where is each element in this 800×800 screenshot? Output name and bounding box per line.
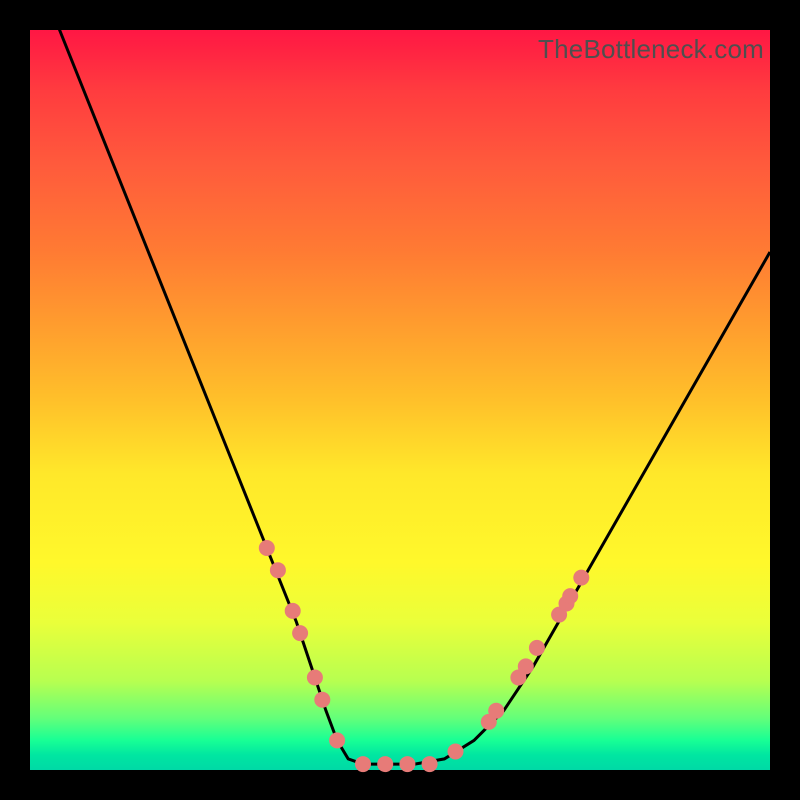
chart-overlay: [30, 30, 770, 770]
curve-line: [30, 0, 770, 764]
marker-dot: [448, 744, 464, 760]
marker-dot: [259, 540, 275, 556]
marker-dot: [270, 562, 286, 578]
marker-dot: [518, 658, 534, 674]
marker-dot: [377, 756, 393, 772]
marker-dot: [292, 625, 308, 641]
marker-dot: [329, 732, 345, 748]
marker-dot: [355, 756, 371, 772]
chart-stage: TheBottleneck.com: [0, 0, 800, 800]
marker-dot: [307, 670, 323, 686]
marker-dot: [488, 703, 504, 719]
marker-dot: [314, 692, 330, 708]
marker-dot: [285, 603, 301, 619]
marker-dot: [529, 640, 545, 656]
marker-dot: [422, 756, 438, 772]
marker-dot: [562, 588, 578, 604]
marker-dot: [573, 570, 589, 586]
chart-plot-area: TheBottleneck.com: [30, 30, 770, 770]
marker-dot: [399, 756, 415, 772]
